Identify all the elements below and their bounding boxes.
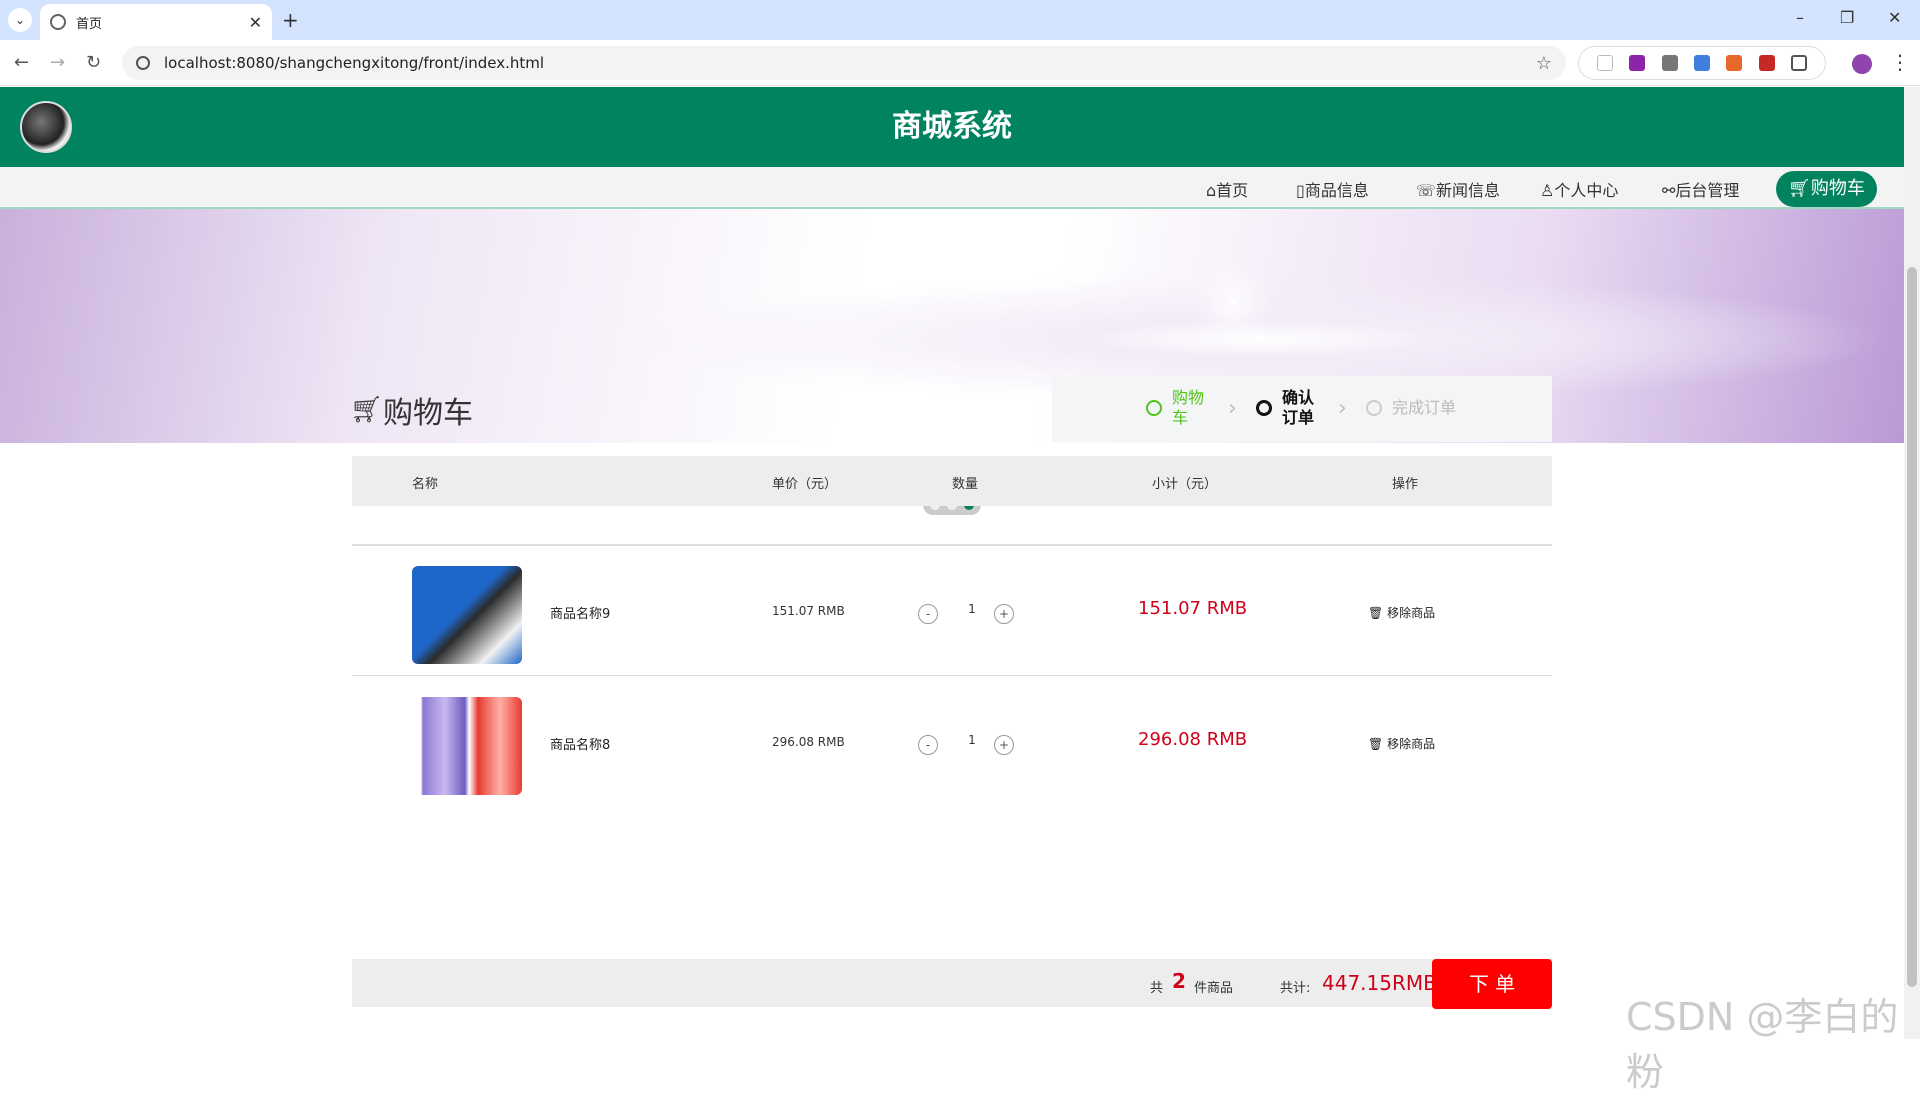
count-prefix: 共 — [1150, 981, 1164, 996]
browser-tab-bar: ⌄ 首页 ✕ + – ❐ ✕ — [0, 0, 1920, 40]
qty-increase-button[interactable]: + — [994, 735, 1014, 755]
globe-icon — [50, 14, 66, 30]
extension-red-icon[interactable] — [1758, 55, 1775, 71]
site-title: 商城系统 — [892, 109, 1012, 144]
nav-item-profile[interactable]: ♙个人中心 — [1540, 177, 1618, 201]
qty-decrease-button[interactable]: - — [918, 604, 938, 624]
place-order-button[interactable]: 下 单 — [1432, 959, 1552, 1009]
total-label: 共计: — [1280, 981, 1311, 996]
table-row: 商品名称8 296.08 RMB - 1 + 296.08 RMB 🗑︎ 移除商… — [352, 677, 1552, 807]
tab-search-button[interactable]: ⌄ — [8, 8, 32, 32]
chevron-right-icon: › — [1228, 396, 1237, 421]
cart-summary-bar: 共 2 件商品 共计: 447.15RMB 下 单 — [352, 959, 1552, 1009]
qty-increase-button[interactable]: + — [994, 604, 1014, 624]
product-name[interactable]: 商品名称8 — [550, 734, 610, 753]
extension-gray-icon[interactable] — [1661, 55, 1678, 71]
chevron-right-icon: › — [1338, 396, 1347, 421]
close-tab-icon[interactable]: ✕ — [249, 13, 262, 32]
circle-icon — [1366, 400, 1382, 416]
remove-item-button[interactable]: 🗑︎ 移除商品 — [1368, 604, 1435, 621]
nav-item-news[interactable]: ☏新闻信息 — [1416, 177, 1500, 201]
qty-value[interactable]: 1 — [964, 733, 980, 747]
col-subtotal: 小计（元） — [1152, 477, 1218, 492]
site-header: 商城系统 — [0, 87, 1904, 167]
window-close-button[interactable]: ✕ — [1888, 8, 1901, 27]
url-text: localhost:8080/shangchengxitong/front/in… — [164, 54, 545, 72]
nav-item-home[interactable]: ⌂首页 — [1206, 177, 1248, 201]
col-action: 操作 — [1392, 477, 1419, 492]
trash-icon: 🗑︎ — [1368, 737, 1384, 751]
col-unit-price: 单价（元） — [772, 477, 838, 492]
row-subtotal: 296.08 RMB — [1138, 729, 1248, 750]
qty-value[interactable]: 1 — [964, 602, 980, 616]
watermark: CSDN @李白的粉 — [1626, 995, 1899, 1094]
count-suffix: 件商品 — [1194, 981, 1234, 996]
order-steps: 购物车 › 确认订单 › 完成订单 — [1052, 376, 1552, 442]
remove-item-button[interactable]: 🗑︎ 移除商品 — [1368, 735, 1435, 752]
url-bar[interactable]: localhost:8080/shangchengxitong/front/in… — [122, 46, 1566, 80]
row-subtotal: 151.07 RMB — [1138, 598, 1248, 619]
banner-sparkle — [1230, 299, 1236, 305]
extensions-area — [1578, 46, 1826, 80]
check-circle-icon — [1146, 400, 1162, 416]
restore-button[interactable]: ❐ — [1840, 8, 1854, 27]
back-button[interactable]: ← — [14, 52, 29, 73]
nav-item-admin[interactable]: ⚯后台管理 — [1662, 177, 1739, 201]
main-nav: ⌂首页 ▯商品信息 ☏新闻信息 ♙个人中心 ⚯后台管理 🛒︎购物车 — [0, 167, 1904, 209]
nav-item-cart[interactable]: 🛒︎购物车 — [1776, 171, 1877, 207]
extensions-puzzle-icon[interactable] — [1790, 55, 1807, 71]
browser-tab[interactable]: 首页 ✕ — [40, 4, 272, 40]
tab-title: 首页 — [76, 16, 103, 32]
product-name[interactable]: 商品名称9 — [550, 603, 610, 622]
page-viewport: 商城系统 ⌂首页 ▯商品信息 ☏新闻信息 ♙个人中心 ⚯后台管理 🛒︎购物车 🛒… — [0, 87, 1904, 1039]
col-name: 名称 — [412, 477, 439, 492]
unit-price: 296.08 RMB — [772, 735, 845, 749]
col-quantity: 数量 — [952, 477, 979, 492]
step-confirm: 确认订单 — [1256, 388, 1326, 428]
bookmark-star-icon[interactable]: ☆ — [1536, 53, 1552, 74]
profile-avatar[interactable] — [1852, 54, 1872, 74]
product-image[interactable] — [412, 566, 522, 664]
banner-carousel — [0, 209, 1904, 515]
product-image[interactable] — [412, 697, 522, 795]
cart-icon: 🛒︎ — [350, 395, 384, 425]
extension-orange-icon[interactable] — [1726, 55, 1743, 71]
extension-cursor-icon[interactable] — [1597, 55, 1614, 71]
step-complete: 完成订单 — [1366, 398, 1456, 418]
site-info-icon[interactable] — [136, 56, 150, 70]
browser-menu-icon[interactable]: ⋮ — [1890, 50, 1910, 74]
item-count: 2 — [1172, 969, 1186, 993]
address-toolbar: ← → ↻ localhost:8080/shangchengxitong/fr… — [0, 40, 1920, 86]
minimize-button[interactable]: – — [1796, 8, 1804, 27]
cart-table-header: 名称 单价（元） 数量 小计（元） 操作 — [352, 456, 1552, 506]
unit-price: 151.07 RMB — [772, 604, 845, 618]
page-scrollbar[interactable] — [1904, 87, 1920, 1039]
table-row: 商品名称9 151.07 RMB - 1 + 151.07 RMB 🗑︎ 移除商… — [352, 546, 1552, 676]
reload-button[interactable]: ↻ — [86, 52, 101, 73]
nav-item-products[interactable]: ▯商品信息 — [1296, 177, 1369, 201]
trash-icon: 🗑︎ — [1368, 606, 1384, 620]
step-cart: 购物车 — [1146, 388, 1216, 428]
extension-blue-icon[interactable] — [1693, 55, 1710, 71]
cart-heading: 🛒︎ 购物车 — [350, 395, 474, 431]
extension-purple-icon[interactable] — [1629, 55, 1646, 71]
total-value: 447.15RMB — [1322, 971, 1437, 995]
qty-decrease-button[interactable]: - — [918, 735, 938, 755]
scrollbar-thumb[interactable] — [1907, 267, 1917, 987]
circle-icon — [1256, 400, 1272, 416]
new-tab-button[interactable]: + — [282, 8, 299, 32]
forward-button[interactable]: → — [50, 52, 65, 73]
